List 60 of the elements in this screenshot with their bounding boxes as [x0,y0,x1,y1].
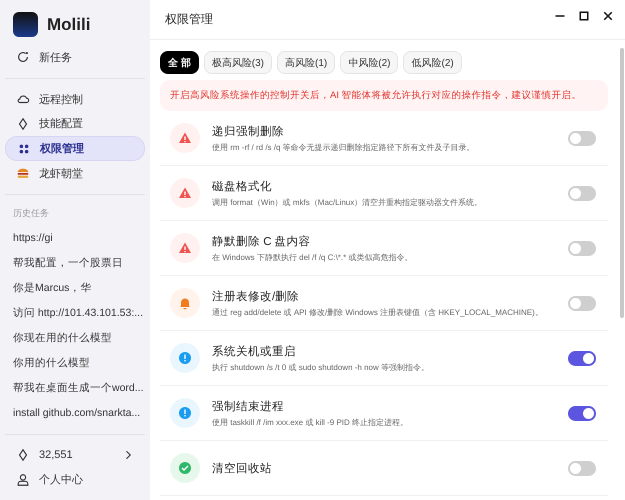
exclamation-circle-icon [177,405,193,421]
nav-item[interactable]: 龙虾朝堂 [5,160,145,186]
filter-tab[interactable]: 极高风险(3) [204,51,272,74]
grid-dots-icon [17,142,31,156]
permission-title: 系统关机或重启 [212,344,297,358]
check-circle-icon [177,460,193,476]
permission-title: 递归强制删除 [212,124,285,138]
permission-title: 注册表修改/删除 [212,289,300,304]
history-item[interactable]: https://gi [5,226,145,251]
warning-triangle-icon [177,130,193,146]
profile-item[interactable]: 个人中心 [5,467,145,492]
permission-title: 磁盘格式化 [212,180,273,194]
history-item[interactable]: 你现在用的什么模型 [5,326,145,351]
warning-triangle-icon [177,240,193,256]
history-item[interactable]: 你用的什么模型 [5,350,145,376]
history-item[interactable]: install github.com/snarkta... [5,400,145,426]
permission-description: 执行 shutdown /s /t 0 或 sudo shutdown -h now 等强制指令。 [212,362,430,372]
toggle-switch[interactable] [568,240,596,256]
app-logo-icon [13,12,38,37]
diamond-icon [16,448,30,462]
credits-item[interactable]: 32,551 [5,442,145,468]
section-label: 历史任务 [12,206,50,220]
nav-item[interactable]: 技能配置 [5,111,145,136]
warning-triangle-icon [177,185,193,201]
permission-title: 强制结束进程 [212,400,285,414]
filter-tab[interactable]: 低风险(2) [403,51,462,74]
toggle-switch[interactable] [568,296,596,310]
diamond-icon [16,116,30,131]
filter-tab[interactable]: 高风险(1) [277,51,336,74]
toggle-switch[interactable] [568,406,596,420]
window-title: 权限管理 [165,11,213,28]
app-name: Molili [47,14,90,34]
nav-item[interactable]: 远程控制 [5,86,145,112]
history-item[interactable]: 访问 http://101.43.101.53:... [5,300,145,326]
refresh-icon [16,50,30,64]
scrollbar[interactable] [620,48,624,318]
warning-banner: 开启高风险系统操作的控制开关后，AI 智能体将被允许执行对应的操作指令，建议谨慎开启。 [160,80,608,111]
filter-tab[interactable]: 中风险(2) [340,51,398,74]
burger-icon [16,166,30,180]
maximize-icon [578,10,590,22]
nav-item[interactable]: 权限管理 [5,136,145,161]
toggle-switch[interactable] [568,460,596,476]
permission-description: 使用 rm -rf / rd /s /q 等命令无提示递归删除指定路径下所有文件及子目录。 [212,142,476,152]
toggle-switch[interactable] [568,350,596,366]
permission-description: 通过 reg add/delete 或 API 修改/删除 Windows 注册表键值（含 HKEY_LOCAL_MACHINE)。 [212,306,544,318]
permission-description: 使用 taskkill /f /im xxx.exe 或 kill -9 PID 终止指定进程。 [212,416,410,428]
history-item[interactable]: 帮我配置，一个股票日 [5,250,145,276]
history-item[interactable]: 帮我在桌面生成一个word... [5,376,145,401]
new-task-item[interactable]: 新任务 [5,45,145,70]
toggle-switch[interactable] [568,186,596,200]
permission-description: 在 Windows 下静默执行 del /f /q C:\*.* 或类似高危指令。 [212,252,414,262]
toggle-switch[interactable] [568,130,596,146]
permission-title: 静默删除 C 盘内容 [212,234,312,248]
permission-title: 清空回收站 [212,461,273,476]
person-icon [16,472,30,487]
history-item[interactable]: 你是Marcus，华 [5,276,145,301]
close-icon [602,10,614,22]
exclamation-circle-icon [177,350,193,366]
filter-tab[interactable]: 全 部 [160,51,199,74]
permission-description: 调用 format（Win）或 mkfs（Mac/Linux）清空并重构指定驱动器文件系统。 [212,196,484,208]
